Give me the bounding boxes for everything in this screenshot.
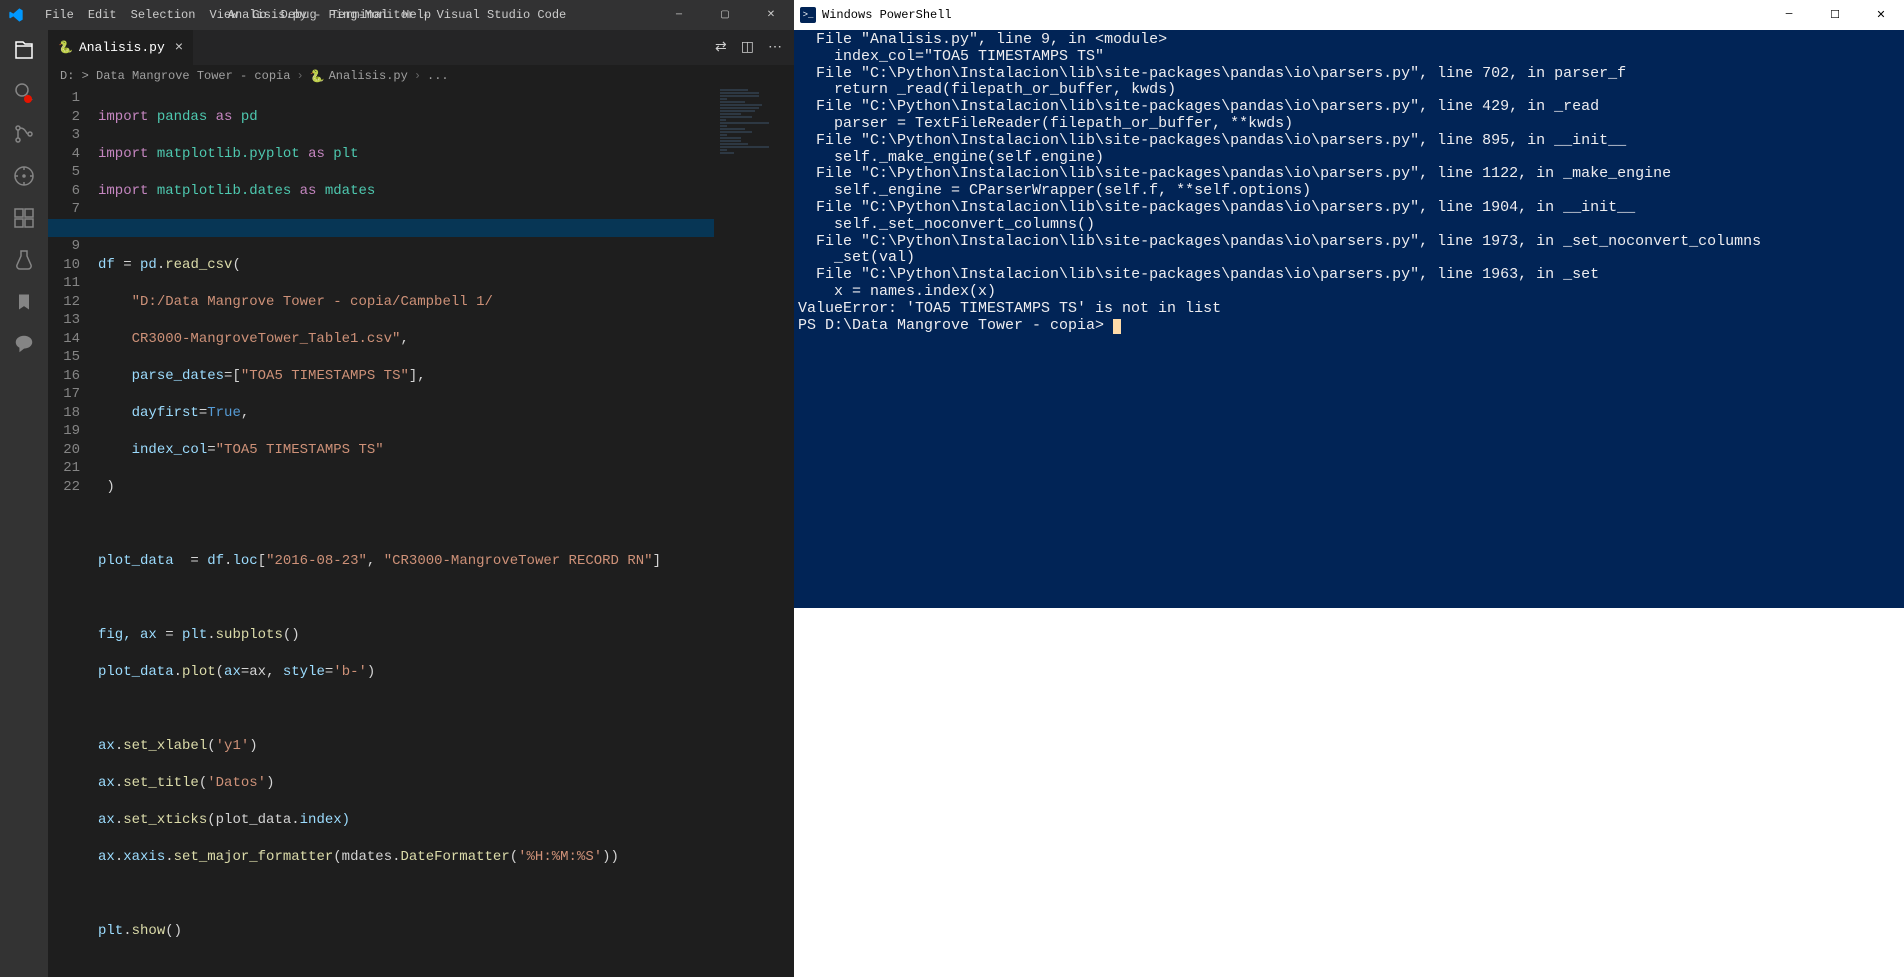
vscode-window: File Edit Selection View Go Debug Termin…: [0, 0, 794, 608]
tab-label: Analisis.py: [79, 40, 165, 55]
vscode-titlebar[interactable]: File Edit Selection View Go Debug Termin…: [0, 0, 794, 30]
extensions-icon[interactable]: [12, 206, 36, 230]
close-button[interactable]: ✕: [1858, 0, 1904, 30]
breadcrumb-folder[interactable]: D: > Data Mangrove Tower - copia: [60, 69, 290, 83]
powershell-output[interactable]: File "Analisis.py", line 9, in <module> …: [794, 30, 1904, 608]
activity-bar: [0, 30, 48, 977]
split-editor-icon[interactable]: ◫: [741, 39, 754, 56]
chevron-right-icon: ›: [296, 69, 303, 83]
breadcrumb-file[interactable]: Analisis.py: [329, 69, 408, 83]
debug-icon[interactable]: [12, 164, 36, 188]
vscode-logo-icon: [8, 7, 24, 23]
editor-area: 🐍 Analisis.py × ⇄ ◫ ⋯ D: > Data Mangrove…: [48, 30, 794, 977]
powershell-window: >_ Windows PowerShell ─ ☐ ✕ File "Analis…: [794, 0, 1904, 608]
window-title: Analisis.py - Ping-Monitor - Visual Stud…: [228, 8, 566, 22]
breadcrumb-symbol[interactable]: ...: [427, 69, 449, 83]
chevron-right-icon: ›: [414, 69, 421, 83]
more-actions-icon[interactable]: ⋯: [768, 39, 782, 56]
menu-file[interactable]: File: [38, 8, 81, 22]
tab-close-icon[interactable]: ×: [175, 40, 183, 56]
comment-icon[interactable]: [12, 332, 36, 356]
minimize-button[interactable]: ─: [1766, 0, 1812, 30]
tab-analisis[interactable]: 🐍 Analisis.py ×: [48, 30, 194, 65]
powershell-title: Windows PowerShell: [822, 8, 952, 22]
source-control-icon[interactable]: [12, 122, 36, 146]
minimap[interactable]: [720, 89, 790, 169]
powershell-titlebar[interactable]: >_ Windows PowerShell ─ ☐ ✕: [794, 0, 1904, 30]
traceback-text: File "Analisis.py", line 9, in <module> …: [798, 31, 1761, 317]
editor[interactable]: 1 2345678910111213141516171819202122 imp…: [48, 87, 794, 977]
maximize-button[interactable]: ▢: [702, 0, 748, 30]
powershell-icon: >_: [800, 7, 816, 23]
bookmark-icon[interactable]: [12, 290, 36, 314]
testing-icon[interactable]: [12, 248, 36, 272]
python-file-icon: 🐍: [58, 40, 73, 55]
python-file-icon: 🐍: [310, 69, 325, 84]
close-button[interactable]: ✕: [748, 0, 794, 30]
prompt-text: PS D:\Data Mangrove Tower - copia>: [798, 317, 1113, 334]
breadcrumbs[interactable]: D: > Data Mangrove Tower - copia › 🐍 Ana…: [48, 65, 794, 87]
tab-bar: 🐍 Analisis.py × ⇄ ◫ ⋯: [48, 30, 794, 65]
menu-selection[interactable]: Selection: [124, 8, 203, 22]
explorer-icon[interactable]: [12, 38, 36, 62]
minimize-button[interactable]: ─: [656, 0, 702, 30]
code-content[interactable]: import pandas as pd import matplotlib.py…: [98, 87, 794, 977]
maximize-button[interactable]: ☐: [1812, 0, 1858, 30]
cursor: [1113, 319, 1121, 334]
menu-edit[interactable]: Edit: [81, 8, 124, 22]
compare-icon[interactable]: ⇄: [715, 39, 727, 56]
